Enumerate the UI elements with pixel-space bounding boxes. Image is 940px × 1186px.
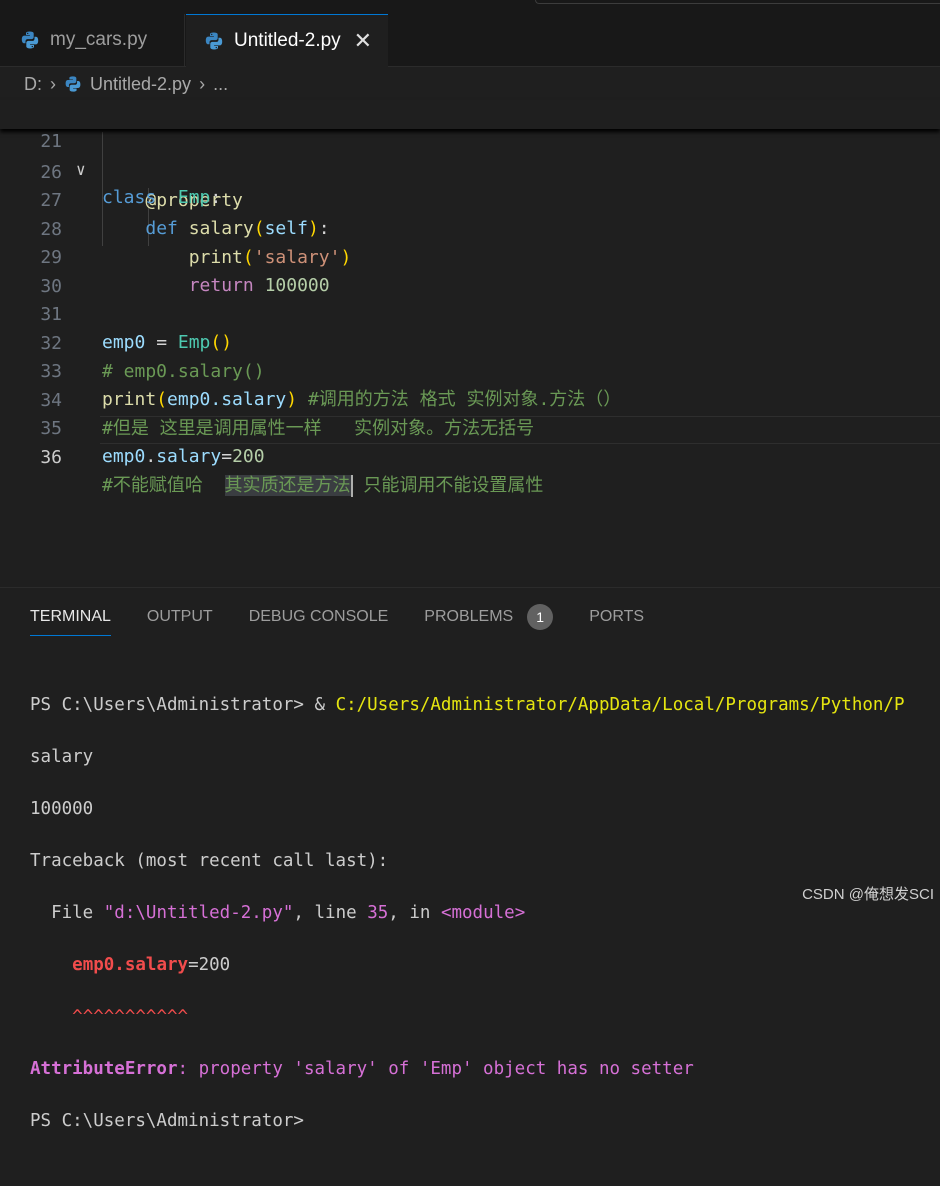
tab-problems[interactable]: PROBLEMS 1	[424, 604, 554, 630]
traceback-text: , in	[388, 903, 441, 923]
code-line-26: 26 @property	[0, 131, 940, 211]
tab-debug-console[interactable]: DEBUG CONSOLE	[249, 604, 389, 630]
error-code: =200	[188, 955, 231, 975]
colon: :	[210, 187, 222, 208]
keyword: class	[102, 187, 157, 208]
line-number: 21	[40, 131, 62, 152]
tab-ports[interactable]: PORTS	[589, 604, 644, 630]
traceback-module: <module>	[440, 903, 526, 923]
terminal-line: PS C:\Users\Administrator>	[30, 1111, 304, 1131]
chevron-right-icon: ›	[199, 73, 206, 94]
chevron-down-icon[interactable]: ∨	[76, 156, 86, 184]
traceback-file: "d:\Untitled-2.py"	[103, 903, 294, 923]
terminal-line: AttributeError: property 'salary' of 'Em…	[30, 1056, 905, 1082]
error-carets: ^^^^^^^^^^^	[72, 1007, 189, 1027]
sticky-scroll-header[interactable]: 21 ∨ class Emp:	[0, 100, 940, 208]
terminal-line: salary	[30, 747, 94, 767]
text-selection: 其实质还是方法	[224, 475, 351, 496]
terminal-line: Traceback (most recent call last):	[30, 851, 389, 871]
tab-terminal[interactable]: TERMINAL	[30, 604, 111, 636]
breadcrumb-file[interactable]: Untitled-2.py	[90, 74, 191, 95]
terminal-line: File "d:\Untitled-2.py", line 35, in <mo…	[30, 900, 905, 926]
attribute: salary	[156, 446, 222, 467]
variable: emp0	[102, 446, 146, 467]
terminal-line: 100000	[30, 799, 94, 819]
code-line-31: 31 emp0 = Emp()	[0, 273, 940, 353]
breadcrumb: D: › Untitled-2.py › ...	[24, 70, 228, 98]
terminal-operator: &	[314, 695, 336, 715]
tab-label: my_cars.py	[50, 29, 148, 50]
code-line-30: 30	[0, 245, 940, 297]
error-type: AttributeError	[30, 1059, 178, 1079]
error-code-highlight: emp0.salary	[72, 955, 189, 975]
line-number: 36	[40, 447, 62, 468]
terminal-output[interactable]: PS C:\Users\Administrator> & C:/Users/Ad…	[30, 666, 905, 1186]
title-bar-edge	[535, 0, 940, 4]
traceback-line: 35	[367, 903, 389, 923]
terminal-line: ^^^^^^^^^^^	[30, 1004, 905, 1030]
traceback-text: File	[30, 903, 104, 923]
number-literal: 200	[232, 446, 265, 467]
code-line-36: 36 #不能赋值哈 其实质还是方法 只能调用不能设置属性	[0, 416, 940, 497]
problems-count-badge: 1	[527, 604, 554, 630]
panel-tabs: TERMINAL OUTPUT DEBUG CONSOLE PROBLEMS 1…	[30, 604, 680, 636]
tab-problems-label: PROBLEMS	[424, 608, 514, 625]
code-line-27: 27 def salary(self):	[0, 159, 940, 239]
code-line-33: 33 print(emp0.salary) #调用的方法 格式 实例对象.方法（…	[0, 330, 940, 410]
breadcrumb-more[interactable]: ...	[213, 74, 228, 95]
bottom-panel: TERMINAL OUTPUT DEBUG CONSOLE PROBLEMS 1…	[0, 587, 940, 1131]
code-line-32: 32 # emp0.salary()	[0, 302, 940, 382]
terminal-line: PS C:\Users\Administrator> & C:/Users/Ad…	[30, 692, 905, 718]
watermark: CSDN @俺想发SCI	[802, 886, 934, 903]
python-file-icon	[205, 32, 223, 50]
close-icon[interactable]: ✕	[354, 28, 372, 54]
python-file-icon	[65, 76, 81, 92]
error-message: : property 'salary' of 'Emp' object has …	[177, 1059, 694, 1079]
terminal-prompt: PS C:\Users\Administrator>	[30, 695, 315, 715]
tab-my-cars[interactable]: my_cars.py	[0, 14, 185, 66]
tab-untitled-2[interactable]: Untitled-2.py ✕	[186, 14, 388, 67]
tab-label: Untitled-2.py	[234, 30, 341, 51]
terminal-line: emp0.salary=200	[30, 952, 905, 978]
editor-tab-bar: my_cars.py Untitled-2.py ✕	[0, 0, 940, 67]
code-line-35: 35 emp0.salary=200	[0, 387, 940, 467]
traceback-text: , line	[293, 903, 368, 923]
code-line-34: 34 #但是 这里是调用属性一样 实例对象。方法无括号	[0, 359, 940, 439]
comment: 只能调用不能设置属性	[352, 475, 544, 496]
comment: #不能赋值哈	[102, 475, 225, 496]
code-line-29: 29 return 100000	[0, 216, 940, 296]
python-file-icon	[21, 31, 39, 49]
code-editor[interactable]: 21 ∨ class Emp: 26 @property 27 def sala…	[0, 100, 940, 586]
class-name: Emp	[177, 187, 211, 208]
breadcrumb-drive[interactable]: D:	[24, 74, 42, 95]
terminal-command: C:/Users/Administrator/AppData/Local/Pro…	[335, 695, 905, 715]
tab-output[interactable]: OUTPUT	[147, 604, 213, 630]
chevron-right-icon: ›	[50, 73, 56, 94]
